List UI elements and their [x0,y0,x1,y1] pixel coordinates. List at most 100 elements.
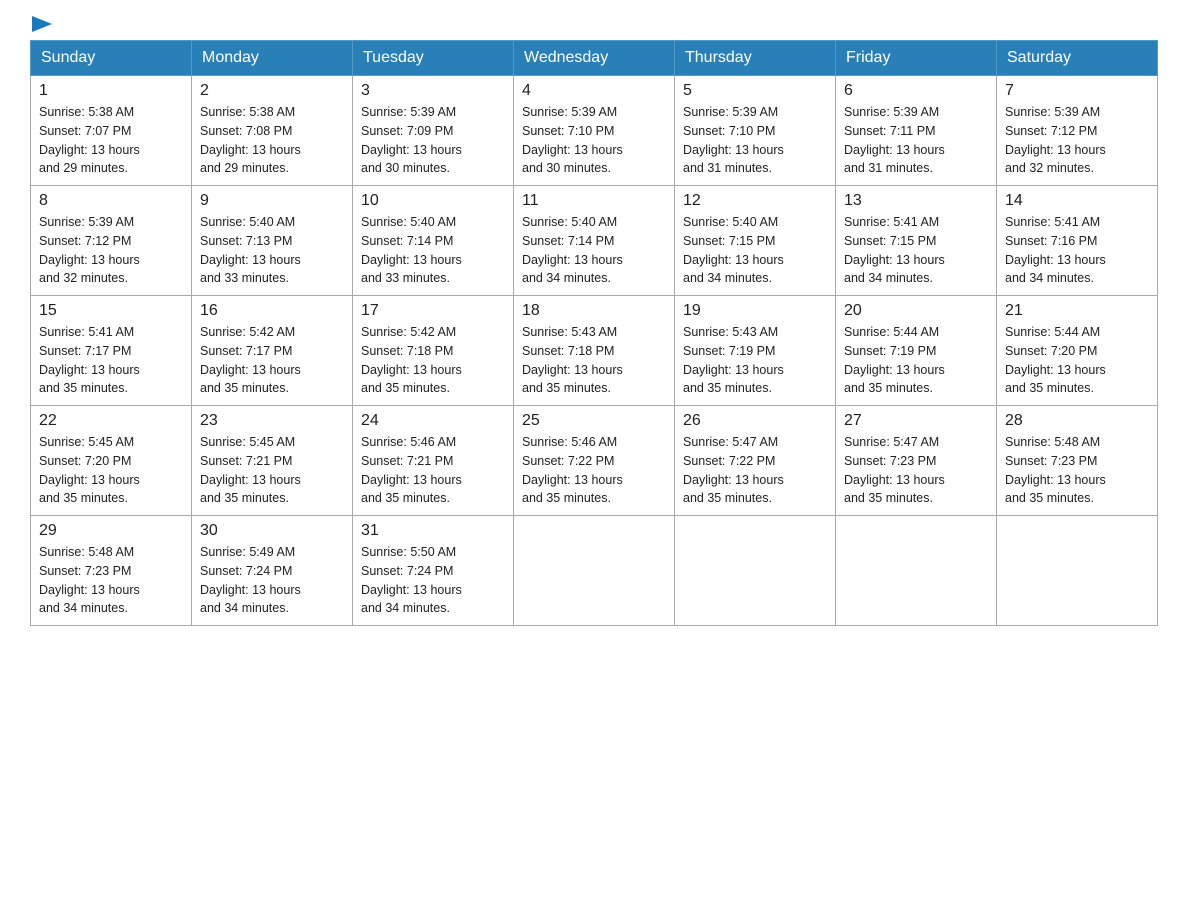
calendar-cell [675,516,836,626]
day-number: 12 [683,192,827,210]
day-info: Sunrise: 5:42 AM Sunset: 7:18 PM Dayligh… [361,323,505,398]
day-number: 29 [39,522,183,540]
calendar-table: SundayMondayTuesdayWednesdayThursdayFrid… [30,40,1158,626]
calendar-cell: 16 Sunrise: 5:42 AM Sunset: 7:17 PM Dayl… [192,296,353,406]
day-number: 10 [361,192,505,210]
calendar-cell [836,516,997,626]
day-info: Sunrise: 5:46 AM Sunset: 7:21 PM Dayligh… [361,433,505,508]
day-number: 24 [361,412,505,430]
day-number: 30 [200,522,344,540]
calendar-week-row: 8 Sunrise: 5:39 AM Sunset: 7:12 PM Dayli… [31,186,1158,296]
day-number: 15 [39,302,183,320]
day-number: 9 [200,192,344,210]
day-header-friday: Friday [836,41,997,76]
day-info: Sunrise: 5:43 AM Sunset: 7:18 PM Dayligh… [522,323,666,398]
calendar-cell: 1 Sunrise: 5:38 AM Sunset: 7:07 PM Dayli… [31,76,192,186]
day-number: 11 [522,192,666,210]
day-info: Sunrise: 5:45 AM Sunset: 7:20 PM Dayligh… [39,433,183,508]
day-info: Sunrise: 5:46 AM Sunset: 7:22 PM Dayligh… [522,433,666,508]
day-number: 26 [683,412,827,430]
day-number: 21 [1005,302,1149,320]
day-info: Sunrise: 5:39 AM Sunset: 7:11 PM Dayligh… [844,103,988,178]
day-header-thursday: Thursday [675,41,836,76]
day-number: 22 [39,412,183,430]
day-number: 17 [361,302,505,320]
day-number: 6 [844,82,988,100]
day-info: Sunrise: 5:39 AM Sunset: 7:10 PM Dayligh… [683,103,827,178]
day-number: 5 [683,82,827,100]
page-header [30,20,1158,30]
calendar-cell: 26 Sunrise: 5:47 AM Sunset: 7:22 PM Dayl… [675,406,836,516]
calendar-cell: 17 Sunrise: 5:42 AM Sunset: 7:18 PM Dayl… [353,296,514,406]
day-number: 18 [522,302,666,320]
calendar-week-row: 29 Sunrise: 5:48 AM Sunset: 7:23 PM Dayl… [31,516,1158,626]
calendar-cell: 30 Sunrise: 5:49 AM Sunset: 7:24 PM Dayl… [192,516,353,626]
day-info: Sunrise: 5:43 AM Sunset: 7:19 PM Dayligh… [683,323,827,398]
calendar-week-row: 22 Sunrise: 5:45 AM Sunset: 7:20 PM Dayl… [31,406,1158,516]
day-info: Sunrise: 5:41 AM Sunset: 7:16 PM Dayligh… [1005,213,1149,288]
calendar-cell: 13 Sunrise: 5:41 AM Sunset: 7:15 PM Dayl… [836,186,997,296]
day-number: 14 [1005,192,1149,210]
calendar-cell: 2 Sunrise: 5:38 AM Sunset: 7:08 PM Dayli… [192,76,353,186]
day-info: Sunrise: 5:48 AM Sunset: 7:23 PM Dayligh… [1005,433,1149,508]
day-info: Sunrise: 5:47 AM Sunset: 7:22 PM Dayligh… [683,433,827,508]
calendar-cell: 3 Sunrise: 5:39 AM Sunset: 7:09 PM Dayli… [353,76,514,186]
calendar-cell: 21 Sunrise: 5:44 AM Sunset: 7:20 PM Dayl… [997,296,1158,406]
day-number: 23 [200,412,344,430]
calendar-cell: 8 Sunrise: 5:39 AM Sunset: 7:12 PM Dayli… [31,186,192,296]
calendar-cell: 12 Sunrise: 5:40 AM Sunset: 7:15 PM Dayl… [675,186,836,296]
calendar-header-row: SundayMondayTuesdayWednesdayThursdayFrid… [31,41,1158,76]
day-info: Sunrise: 5:40 AM Sunset: 7:15 PM Dayligh… [683,213,827,288]
calendar-cell: 15 Sunrise: 5:41 AM Sunset: 7:17 PM Dayl… [31,296,192,406]
day-number: 31 [361,522,505,540]
calendar-cell: 10 Sunrise: 5:40 AM Sunset: 7:14 PM Dayl… [353,186,514,296]
day-info: Sunrise: 5:50 AM Sunset: 7:24 PM Dayligh… [361,543,505,618]
calendar-cell: 22 Sunrise: 5:45 AM Sunset: 7:20 PM Dayl… [31,406,192,516]
calendar-week-row: 15 Sunrise: 5:41 AM Sunset: 7:17 PM Dayl… [31,296,1158,406]
day-number: 7 [1005,82,1149,100]
calendar-cell: 27 Sunrise: 5:47 AM Sunset: 7:23 PM Dayl… [836,406,997,516]
day-info: Sunrise: 5:40 AM Sunset: 7:14 PM Dayligh… [361,213,505,288]
day-info: Sunrise: 5:41 AM Sunset: 7:17 PM Dayligh… [39,323,183,398]
calendar-cell: 4 Sunrise: 5:39 AM Sunset: 7:10 PM Dayli… [514,76,675,186]
day-info: Sunrise: 5:44 AM Sunset: 7:19 PM Dayligh… [844,323,988,398]
day-info: Sunrise: 5:39 AM Sunset: 7:12 PM Dayligh… [1005,103,1149,178]
calendar-cell [514,516,675,626]
calendar-cell: 18 Sunrise: 5:43 AM Sunset: 7:18 PM Dayl… [514,296,675,406]
logo-triangle-icon [32,16,52,36]
day-number: 20 [844,302,988,320]
calendar-cell: 20 Sunrise: 5:44 AM Sunset: 7:19 PM Dayl… [836,296,997,406]
day-info: Sunrise: 5:45 AM Sunset: 7:21 PM Dayligh… [200,433,344,508]
logo [30,20,52,30]
day-info: Sunrise: 5:40 AM Sunset: 7:14 PM Dayligh… [522,213,666,288]
day-number: 16 [200,302,344,320]
day-info: Sunrise: 5:39 AM Sunset: 7:10 PM Dayligh… [522,103,666,178]
calendar-cell: 7 Sunrise: 5:39 AM Sunset: 7:12 PM Dayli… [997,76,1158,186]
day-info: Sunrise: 5:41 AM Sunset: 7:15 PM Dayligh… [844,213,988,288]
day-header-saturday: Saturday [997,41,1158,76]
day-info: Sunrise: 5:40 AM Sunset: 7:13 PM Dayligh… [200,213,344,288]
day-info: Sunrise: 5:39 AM Sunset: 7:12 PM Dayligh… [39,213,183,288]
day-header-wednesday: Wednesday [514,41,675,76]
day-header-monday: Monday [192,41,353,76]
day-number: 28 [1005,412,1149,430]
day-info: Sunrise: 5:49 AM Sunset: 7:24 PM Dayligh… [200,543,344,618]
calendar-cell: 29 Sunrise: 5:48 AM Sunset: 7:23 PM Dayl… [31,516,192,626]
calendar-cell: 11 Sunrise: 5:40 AM Sunset: 7:14 PM Dayl… [514,186,675,296]
day-number: 27 [844,412,988,430]
day-number: 3 [361,82,505,100]
day-number: 4 [522,82,666,100]
calendar-cell: 14 Sunrise: 5:41 AM Sunset: 7:16 PM Dayl… [997,186,1158,296]
day-info: Sunrise: 5:38 AM Sunset: 7:07 PM Dayligh… [39,103,183,178]
calendar-week-row: 1 Sunrise: 5:38 AM Sunset: 7:07 PM Dayli… [31,76,1158,186]
calendar-cell: 25 Sunrise: 5:46 AM Sunset: 7:22 PM Dayl… [514,406,675,516]
calendar-cell: 9 Sunrise: 5:40 AM Sunset: 7:13 PM Dayli… [192,186,353,296]
calendar-cell: 6 Sunrise: 5:39 AM Sunset: 7:11 PM Dayli… [836,76,997,186]
day-info: Sunrise: 5:44 AM Sunset: 7:20 PM Dayligh… [1005,323,1149,398]
calendar-cell: 31 Sunrise: 5:50 AM Sunset: 7:24 PM Dayl… [353,516,514,626]
day-number: 19 [683,302,827,320]
day-header-tuesday: Tuesday [353,41,514,76]
day-number: 8 [39,192,183,210]
calendar-cell: 28 Sunrise: 5:48 AM Sunset: 7:23 PM Dayl… [997,406,1158,516]
day-info: Sunrise: 5:39 AM Sunset: 7:09 PM Dayligh… [361,103,505,178]
